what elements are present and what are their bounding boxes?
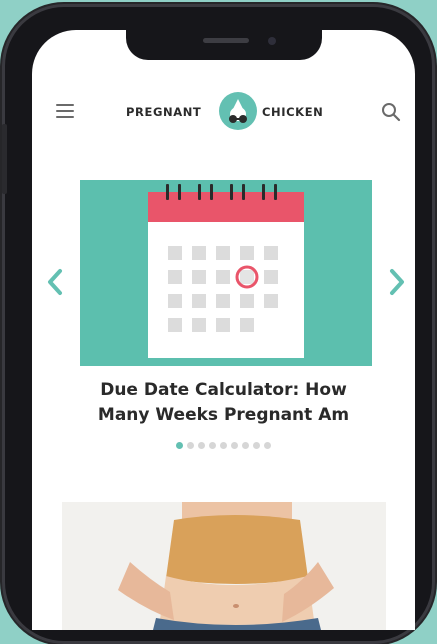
site-header: PREGNANT CHICKEN <box>32 90 415 134</box>
pagination-dot[interactable] <box>220 442 227 449</box>
pagination-dot[interactable] <box>253 442 260 449</box>
pagination-dot[interactable] <box>231 442 238 449</box>
carousel-next-arrow-icon[interactable] <box>388 268 406 296</box>
front-camera <box>268 37 276 45</box>
carousel-pagination[interactable] <box>32 442 415 449</box>
phone-side-button <box>2 124 7 194</box>
pagination-dot[interactable] <box>264 442 271 449</box>
logo-text-left: PREGNANT <box>126 105 202 119</box>
search-icon[interactable] <box>380 101 402 123</box>
phone-notch <box>126 30 322 60</box>
chicken-logo-icon <box>219 92 257 130</box>
pagination-dot[interactable] <box>187 442 194 449</box>
pagination-dot[interactable] <box>209 442 216 449</box>
pagination-dot[interactable] <box>198 442 205 449</box>
article-carousel[interactable]: Due Date Calculator: How Many Weeks Preg… <box>32 180 415 480</box>
article-card-image[interactable] <box>62 502 386 630</box>
menu-icon[interactable] <box>56 104 74 118</box>
site-logo[interactable]: PREGNANT CHICKEN <box>122 92 332 132</box>
phone-frame: PREGNANT CHICKEN Due Date Calculator: Ho… <box>2 4 435 644</box>
logo-text-right: CHICKEN <box>262 105 324 119</box>
slide-title[interactable]: Due Date Calculator: How Many Weeks Preg… <box>62 378 385 428</box>
speaker-grill <box>203 38 249 43</box>
calendar-illustration[interactable] <box>80 180 372 366</box>
carousel-prev-arrow-icon[interactable] <box>46 268 64 296</box>
pagination-dot[interactable] <box>242 442 249 449</box>
pagination-dot[interactable] <box>176 442 183 449</box>
phone-screen: PREGNANT CHICKEN Due Date Calculator: Ho… <box>32 30 415 630</box>
